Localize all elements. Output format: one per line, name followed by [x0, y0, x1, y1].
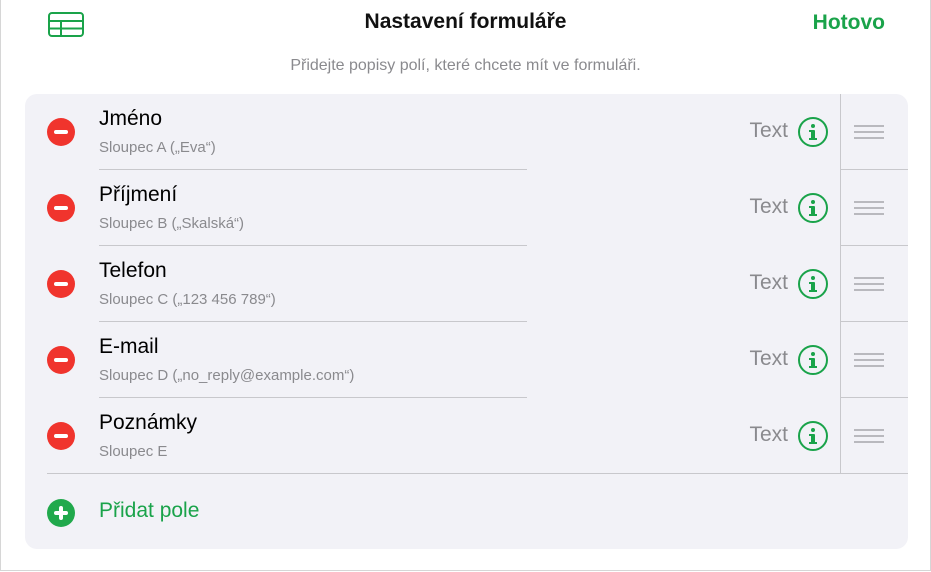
field-column: Sloupec C („123 456 789“)	[99, 291, 276, 308]
page-title: Nastavení formuláře	[364, 10, 567, 33]
add-field-button[interactable]: Přidat pole	[25, 474, 908, 549]
delete-field-icon[interactable]	[47, 118, 75, 146]
info-icon[interactable]	[798, 269, 828, 299]
field-column: Sloupec E	[99, 443, 168, 460]
field-type[interactable]: Text	[749, 271, 788, 295]
divider	[840, 170, 841, 246]
fields-list: Jméno Sloupec A („Eva“) Text Příjmení Sl…	[25, 94, 908, 549]
field-column: Sloupec B („Skalská“)	[99, 215, 245, 232]
done-button[interactable]: Hotovo	[813, 11, 885, 35]
info-icon[interactable]	[798, 345, 828, 375]
field-type[interactable]: Text	[749, 423, 788, 447]
divider	[840, 322, 841, 398]
field-row: Telefon Sloupec C („123 456 789“) Text	[25, 246, 908, 322]
field-row: Jméno Sloupec A („Eva“) Text	[25, 94, 908, 170]
delete-field-icon[interactable]	[47, 422, 75, 450]
reorder-handle-icon[interactable]	[854, 201, 884, 215]
field-name: Jméno	[99, 107, 163, 130]
info-icon[interactable]	[798, 117, 828, 147]
delete-field-icon[interactable]	[47, 270, 75, 298]
field-name: Poznámky	[99, 411, 198, 434]
field-name: Telefon	[99, 259, 167, 282]
field-row: Příjmení Sloupec B („Skalská“) Text	[25, 170, 908, 246]
reorder-handle-icon[interactable]	[854, 125, 884, 139]
divider	[840, 246, 841, 322]
field-column: Sloupec D („no_reply@example.com“)	[99, 367, 355, 384]
field-type[interactable]: Text	[749, 195, 788, 219]
add-field-label[interactable]: Přidat pole	[99, 499, 199, 523]
field-type[interactable]: Text	[749, 119, 788, 143]
delete-field-icon[interactable]	[47, 346, 75, 374]
field-row: Poznámky Sloupec E Text	[25, 398, 908, 474]
form-settings-window: Nastavení formuláře Hotovo Přidejte popi…	[0, 0, 931, 571]
field-name: Příjmení	[99, 183, 178, 206]
reorder-handle-icon[interactable]	[854, 353, 884, 367]
field-type[interactable]: Text	[749, 347, 788, 371]
delete-field-icon[interactable]	[47, 194, 75, 222]
field-row: E-mail Sloupec D („no_reply@example.com“…	[25, 322, 908, 398]
field-column: Sloupec A („Eva“)	[99, 139, 216, 156]
divider	[840, 398, 841, 474]
info-icon[interactable]	[798, 421, 828, 451]
field-name: E-mail	[99, 335, 159, 358]
reorder-handle-icon[interactable]	[854, 277, 884, 291]
add-icon[interactable]	[47, 499, 75, 527]
info-icon[interactable]	[798, 193, 828, 223]
reorder-handle-icon[interactable]	[854, 429, 884, 443]
divider	[840, 94, 841, 170]
page-subtitle: Přidejte popisy polí, které chcete mít v…	[290, 57, 641, 74]
